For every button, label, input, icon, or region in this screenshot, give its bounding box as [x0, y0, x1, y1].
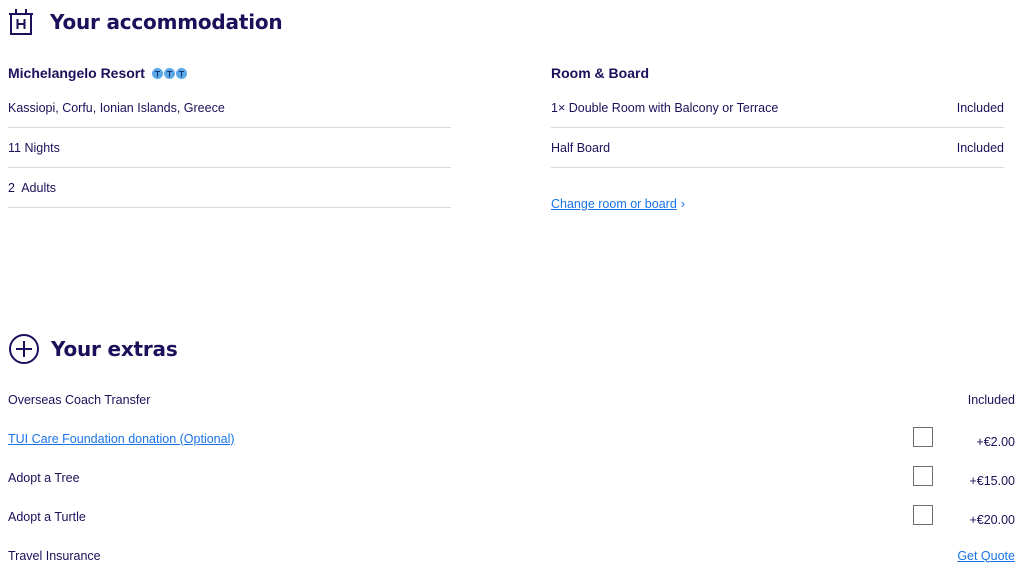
- extra-price: +€20.00: [969, 512, 1015, 527]
- extra-price: +€15.00: [969, 473, 1015, 488]
- board-type-status: Included: [956, 140, 1004, 155]
- hotel-rating: [151, 67, 187, 79]
- extra-price: +€2.00: [976, 434, 1015, 449]
- room-type-row: 1× Double Room with Balcony or Terrace I…: [551, 88, 1004, 128]
- extras-list: Overseas Coach Transfer Included TUI Car…: [8, 380, 1015, 575]
- chevron-right-icon[interactable]: ›: [681, 196, 685, 211]
- board-type: Half Board: [551, 140, 611, 155]
- tui-care-donation-link[interactable]: TUI Care Foundation donation (Optional): [8, 432, 913, 446]
- accommodation-title: Your accommodation: [50, 10, 283, 34]
- hotel-location: Kassiopi, Corfu, Ionian Islands, Greece: [8, 88, 451, 128]
- extra-adopt-tree: Adopt a Tree +€15.00: [8, 458, 1015, 497]
- change-room-board[interactable]: Change room or board ›: [551, 168, 1004, 211]
- hotel-details: Michelangelo Resort Kassiopi, Corfu, Ion…: [8, 58, 451, 208]
- extra-coach-transfer: Overseas Coach Transfer Included: [8, 380, 1015, 419]
- tui-care-donation-checkbox[interactable]: [913, 426, 933, 447]
- rating-star-icon: [175, 67, 187, 79]
- room-type: 1× Double Room with Balcony or Terrace: [551, 100, 779, 115]
- stay-duration: 11 Nights: [8, 128, 451, 168]
- change-room-board-link[interactable]: Change room or board: [551, 197, 677, 211]
- room-type-status: Included: [956, 100, 1004, 115]
- rating-star-icon: [163, 67, 175, 79]
- hotel-name-row: Michelangelo Resort: [8, 58, 451, 88]
- extra-travel-insurance: Travel Insurance Get Quote: [8, 536, 1015, 575]
- extra-label: Overseas Coach Transfer: [8, 392, 151, 407]
- extra-adopt-turtle: Adopt a Turtle +€20.00: [8, 497, 1015, 536]
- room-board-heading: Room & Board: [551, 65, 649, 81]
- guest-count: 2 Adults: [8, 168, 451, 208]
- plus-circle-icon: [9, 334, 39, 364]
- hotel-icon: [9, 9, 33, 35]
- hotel-name: Michelangelo Resort: [8, 65, 145, 81]
- extra-label: Travel Insurance: [8, 548, 101, 563]
- adopt-turtle-checkbox[interactable]: [913, 504, 933, 525]
- board-type-row: Half Board Included: [551, 128, 1004, 168]
- extra-price: Included: [967, 392, 1015, 407]
- room-board: Room & Board 1× Double Room with Balcony…: [551, 58, 1004, 211]
- get-quote-link[interactable]: Get Quote: [957, 549, 1015, 563]
- extras-title: Your extras: [51, 337, 178, 361]
- extras-header: Your extras: [8, 333, 178, 365]
- extra-label: Adopt a Tree: [8, 470, 80, 485]
- adopt-tree-checkbox[interactable]: [913, 465, 933, 486]
- extra-tui-care-donation: TUI Care Foundation donation (Optional) …: [8, 419, 1015, 458]
- rating-star-icon: [151, 67, 163, 79]
- extra-label: Adopt a Turtle: [8, 509, 86, 524]
- accommodation-header: Your accommodation: [8, 8, 283, 36]
